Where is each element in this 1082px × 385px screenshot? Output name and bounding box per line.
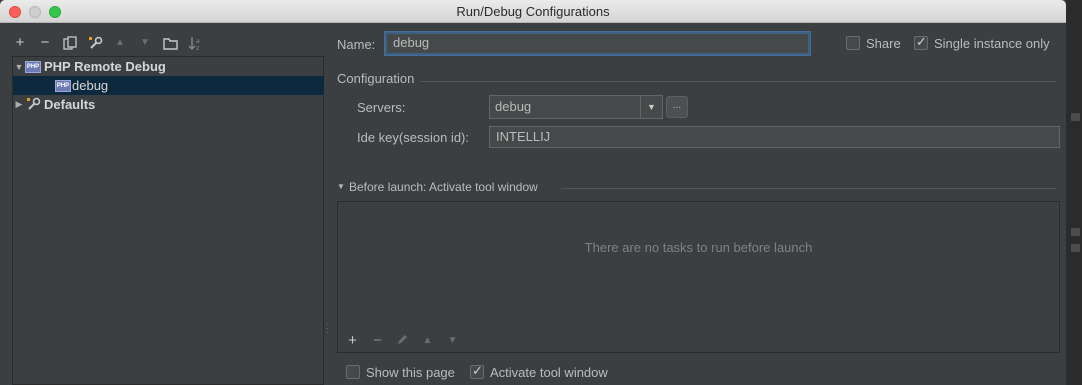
single-instance-checkbox[interactable] — [914, 34, 928, 50]
share-checkbox[interactable] — [846, 36, 860, 50]
collapsed-arrow-icon[interactable]: ▶ — [13, 99, 25, 110]
expand-arrow-icon[interactable]: ▼ — [13, 62, 25, 72]
sort-icon[interactable]: az — [187, 35, 203, 51]
before-launch-title[interactable]: Before launch: Activate tool window — [349, 180, 538, 194]
show-page-checkbox[interactable] — [346, 365, 360, 379]
configure-servers-button[interactable]: ... — [666, 96, 688, 118]
window-title: Run/Debug Configurations — [456, 4, 610, 19]
servers-label: Servers: — [357, 100, 406, 115]
remove-icon[interactable]: − — [370, 333, 385, 349]
collapse-triangle-icon[interactable]: ▼ — [337, 182, 345, 191]
tree-item-debug[interactable]: PHP debug — [13, 76, 324, 95]
name-label: Name: — [337, 37, 376, 52]
php-debug-icon: PHP — [25, 60, 41, 74]
servers-selected-value: debug — [495, 99, 532, 114]
wrench-icon[interactable] — [87, 35, 103, 51]
section-divider — [420, 81, 1056, 82]
activate-tool-window-checkbox[interactable] — [470, 363, 484, 379]
title-bar: Run/Debug Configurations — [0, 0, 1066, 23]
configuration-form: Name: debug Share Single instance only C… — [330, 23, 1066, 385]
remove-icon[interactable]: − — [37, 35, 53, 51]
tree-item-label: PHP Remote Debug — [44, 59, 166, 74]
svg-text:a: a — [196, 38, 200, 45]
servers-dropdown[interactable]: debug ▼ — [489, 95, 663, 119]
ide-key-label: Ide key(session id): — [357, 130, 469, 145]
folder-icon[interactable] — [162, 35, 178, 51]
tree-item-label: debug — [72, 78, 109, 93]
before-launch-tasks-list: There are no tasks to run before launch … — [337, 201, 1060, 353]
configurations-panel: + − ▲ ▼ az ▼ PHP PHP Remote Debug PHP de… — [0, 23, 325, 385]
editor-fragment — [1071, 113, 1080, 121]
move-up-icon[interactable]: ▲ — [112, 35, 128, 51]
tasks-toolbar: + − ▲ ▼ — [345, 333, 460, 349]
ide-key-input[interactable]: INTELLIJ — [489, 126, 1060, 148]
add-icon[interactable]: + — [345, 333, 360, 349]
configurations-toolbar: + − ▲ ▼ az — [12, 33, 203, 53]
name-input[interactable]: debug — [385, 32, 810, 55]
configurations-tree: ▼ PHP PHP Remote Debug PHP debug ▶ Defau… — [12, 56, 324, 385]
editor-background-strip — [1066, 0, 1082, 385]
editor-fragment — [1071, 244, 1080, 252]
configuration-section-title: Configuration — [337, 71, 415, 86]
php-debug-icon: PHP — [55, 79, 71, 93]
chevron-down-icon[interactable]: ▼ — [640, 96, 662, 118]
tree-item-php-remote-debug[interactable]: ▼ PHP PHP Remote Debug — [13, 57, 324, 76]
activate-tool-window-label[interactable]: Activate tool window — [490, 365, 608, 380]
tree-item-label: Defaults — [44, 97, 96, 112]
section-divider — [561, 188, 1056, 189]
move-down-icon[interactable]: ▼ — [445, 333, 460, 349]
wrench-icon — [25, 97, 41, 112]
edit-pencil-icon[interactable] — [395, 333, 410, 349]
add-icon[interactable]: + — [12, 35, 28, 51]
single-instance-label[interactable]: Single instance only — [934, 36, 1050, 51]
copy-icon[interactable] — [62, 35, 78, 51]
svg-text:z: z — [196, 45, 199, 51]
editor-fragment — [1071, 228, 1080, 236]
show-page-label[interactable]: Show this page — [366, 365, 455, 380]
share-label[interactable]: Share — [866, 36, 901, 51]
tree-item-defaults[interactable]: ▶ Defaults — [13, 95, 324, 114]
move-down-icon[interactable]: ▼ — [137, 35, 153, 51]
move-up-icon[interactable]: ▲ — [420, 333, 435, 349]
empty-tasks-message: There are no tasks to run before launch — [584, 240, 813, 255]
